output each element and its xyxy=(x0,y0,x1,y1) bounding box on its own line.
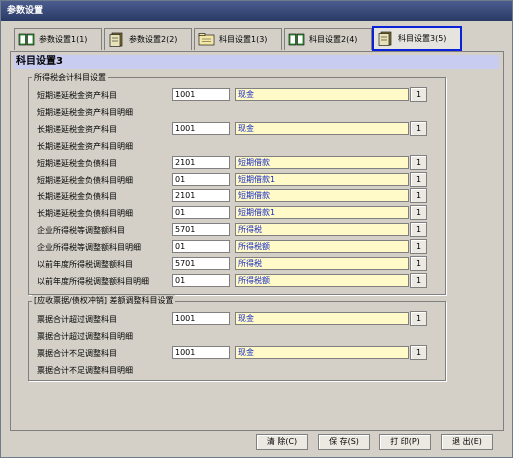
field-label: 票据合计不足调整科目 xyxy=(37,349,117,358)
tab-label: 科目设置3(5) xyxy=(398,34,447,43)
field-label: 以前年度所得税调整额科目明细 xyxy=(37,276,149,286)
account-name-field: 短期借款 xyxy=(235,189,409,203)
field-label: 短期递延税金资产科目明细 xyxy=(37,107,133,117)
field-label: 短期递延税金负债科目明细 xyxy=(37,175,133,185)
account-picker-button[interactable]: 1 xyxy=(410,345,427,360)
account-picker-button[interactable]: 1 xyxy=(410,188,427,204)
section-title: 科目设置3 xyxy=(14,55,499,69)
account-code-input[interactable]: 1001 xyxy=(172,312,230,325)
account-name-field: 现金 xyxy=(235,346,409,359)
tab-label: 参数设置1(1) xyxy=(39,35,88,44)
account-name-field: 现金 xyxy=(235,88,409,101)
book-icon xyxy=(18,33,35,46)
folder-icon xyxy=(198,33,215,46)
account-picker-button[interactable]: 1 xyxy=(410,239,427,255)
account-picker-button[interactable]: 1 xyxy=(410,87,427,102)
field-label: 票据合计超过调整科目明细 xyxy=(37,332,133,341)
account-picker-button[interactable]: 1 xyxy=(410,272,427,288)
account-picker-button[interactable]: 1 xyxy=(410,311,427,326)
ledger-icon xyxy=(378,31,392,46)
account-picker-button[interactable]: 1 xyxy=(410,120,427,136)
account-name-field: 现金 xyxy=(235,312,409,325)
tab-account-settings-1[interactable]: 科目设置1(3) xyxy=(194,28,282,50)
clear-button[interactable]: 清 除(C) xyxy=(256,434,308,450)
account-picker-button[interactable]: 1 xyxy=(410,205,427,221)
account-name-field: 所得税额 xyxy=(235,240,409,254)
field-label: 票据合计不足调整科目明细 xyxy=(37,366,133,375)
ledger-icon xyxy=(109,32,123,47)
account-name-field: 短期借款1 xyxy=(235,172,409,186)
account-picker-button[interactable]: 1 xyxy=(410,256,427,271)
account-name-field: 短期借款1 xyxy=(235,206,409,220)
account-code-input[interactable]: 2101 xyxy=(172,189,230,203)
field-label: 长期递延税金资产科目明细 xyxy=(37,141,133,151)
account-code-input[interactable]: 2101 xyxy=(172,155,230,169)
field-label: 长期递延税金负债科目明细 xyxy=(37,209,133,219)
tab-param-settings-1[interactable]: 参数设置1(1) xyxy=(14,28,102,50)
account-code-input[interactable]: 1001 xyxy=(172,121,230,135)
account-code-input[interactable]: 01 xyxy=(172,172,230,186)
tab-account-settings-3[interactable]: 科目设置3(5) xyxy=(372,26,462,51)
account-name-field: 所得税 xyxy=(235,257,409,270)
account-code-input[interactable]: 01 xyxy=(172,206,230,220)
book-icon xyxy=(288,33,305,46)
group-legend: 所得税会计科目设置 xyxy=(32,72,108,83)
exit-button[interactable]: 退 出(E) xyxy=(441,434,493,450)
field-label: 以前年度所得税调整额科目 xyxy=(37,260,133,269)
account-name-field: 短期借款 xyxy=(235,155,409,169)
settings-window: 参数设置 参数设置1(1) 参数设置2(2) 科目设置1(3) 科目设置2(4)… xyxy=(0,0,513,458)
save-button[interactable]: 保 存(S) xyxy=(318,434,370,450)
field-label: 长期递延税金资产科目 xyxy=(37,124,117,134)
account-name-field: 现金 xyxy=(235,121,409,135)
account-code-input[interactable]: 5701 xyxy=(172,223,230,237)
field-label: 长期递延税金负债科目 xyxy=(37,192,117,202)
account-name-field: 所得税额 xyxy=(235,273,409,287)
tab-label: 参数设置2(2) xyxy=(129,35,178,44)
group-legend: [应收票据/债权冲销] 差额调整科目设置 xyxy=(32,295,176,306)
account-picker-button[interactable]: 1 xyxy=(410,154,427,170)
tab-label: 科目设置1(3) xyxy=(219,35,268,44)
account-code-input[interactable]: 1001 xyxy=(172,346,230,359)
tab-label: 科目设置2(4) xyxy=(309,35,358,44)
window-title: 参数设置 xyxy=(1,1,512,21)
account-code-input[interactable]: 5701 xyxy=(172,257,230,270)
account-code-input[interactable]: 01 xyxy=(172,240,230,254)
tab-param-settings-2[interactable]: 参数设置2(2) xyxy=(104,28,192,50)
field-label: 短期递延税金资产科目 xyxy=(37,91,117,100)
tab-account-settings-2[interactable]: 科目设置2(4) xyxy=(284,28,372,50)
account-name-field: 所得税 xyxy=(235,223,409,237)
account-code-input[interactable]: 01 xyxy=(172,273,230,287)
field-label: 企业所得税等调整额科目明细 xyxy=(37,243,141,253)
field-label: 企业所得税等调整额科目 xyxy=(37,226,125,236)
print-button[interactable]: 打 印(P) xyxy=(379,434,431,450)
account-code-input[interactable]: 1001 xyxy=(172,88,230,101)
account-picker-button[interactable]: 1 xyxy=(410,222,427,238)
field-label: 票据合计超过调整科目 xyxy=(37,315,117,324)
field-label: 短期递延税金负债科目 xyxy=(37,158,117,168)
account-picker-button[interactable]: 1 xyxy=(410,171,427,187)
